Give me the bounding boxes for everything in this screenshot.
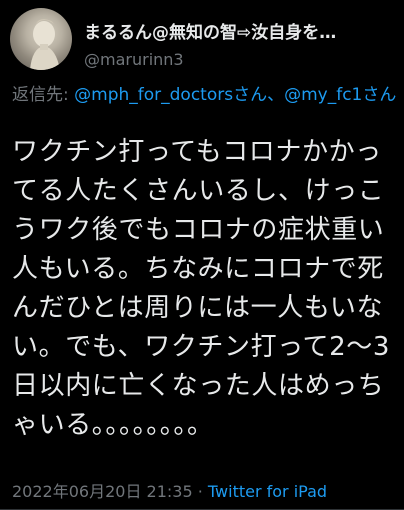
tweet-text: ワクチン打ってもコロナかかってる人たくさんいるし、けっこうワク後でもコロナの症状…	[12, 137, 391, 440]
tweet-source-link[interactable]: Twitter for iPad	[208, 482, 327, 501]
tweet-header: まるるん@無知の智⇨汝自身を… @marurinn3	[10, 8, 404, 78]
author-display-name[interactable]: まるるん@無知の智⇨汝自身を…	[84, 18, 384, 43]
reply-mention-mph-for-doctors[interactable]: @mph_for_doctorsさん	[74, 85, 267, 105]
reply-to-prefix: 返信先:	[12, 85, 75, 105]
avatar[interactable]	[10, 8, 72, 70]
tweet-timestamp[interactable]: 2022年06月20日 21:35	[12, 482, 193, 501]
statue-avatar-icon	[30, 19, 60, 70]
meta-separator: ·	[192, 482, 208, 501]
reply-mention-separator: 、	[267, 85, 285, 105]
tweet-meta: 2022年06月20日 21:35 · Twitter for iPad	[12, 478, 397, 502]
author-handle[interactable]: @marurinn3	[84, 50, 404, 69]
reply-mention-my-fc1[interactable]: @my_fc1さん	[284, 85, 396, 105]
reply-to-line: 返信先: @mph_for_doctorsさん、@my_fc1さん	[12, 83, 397, 108]
